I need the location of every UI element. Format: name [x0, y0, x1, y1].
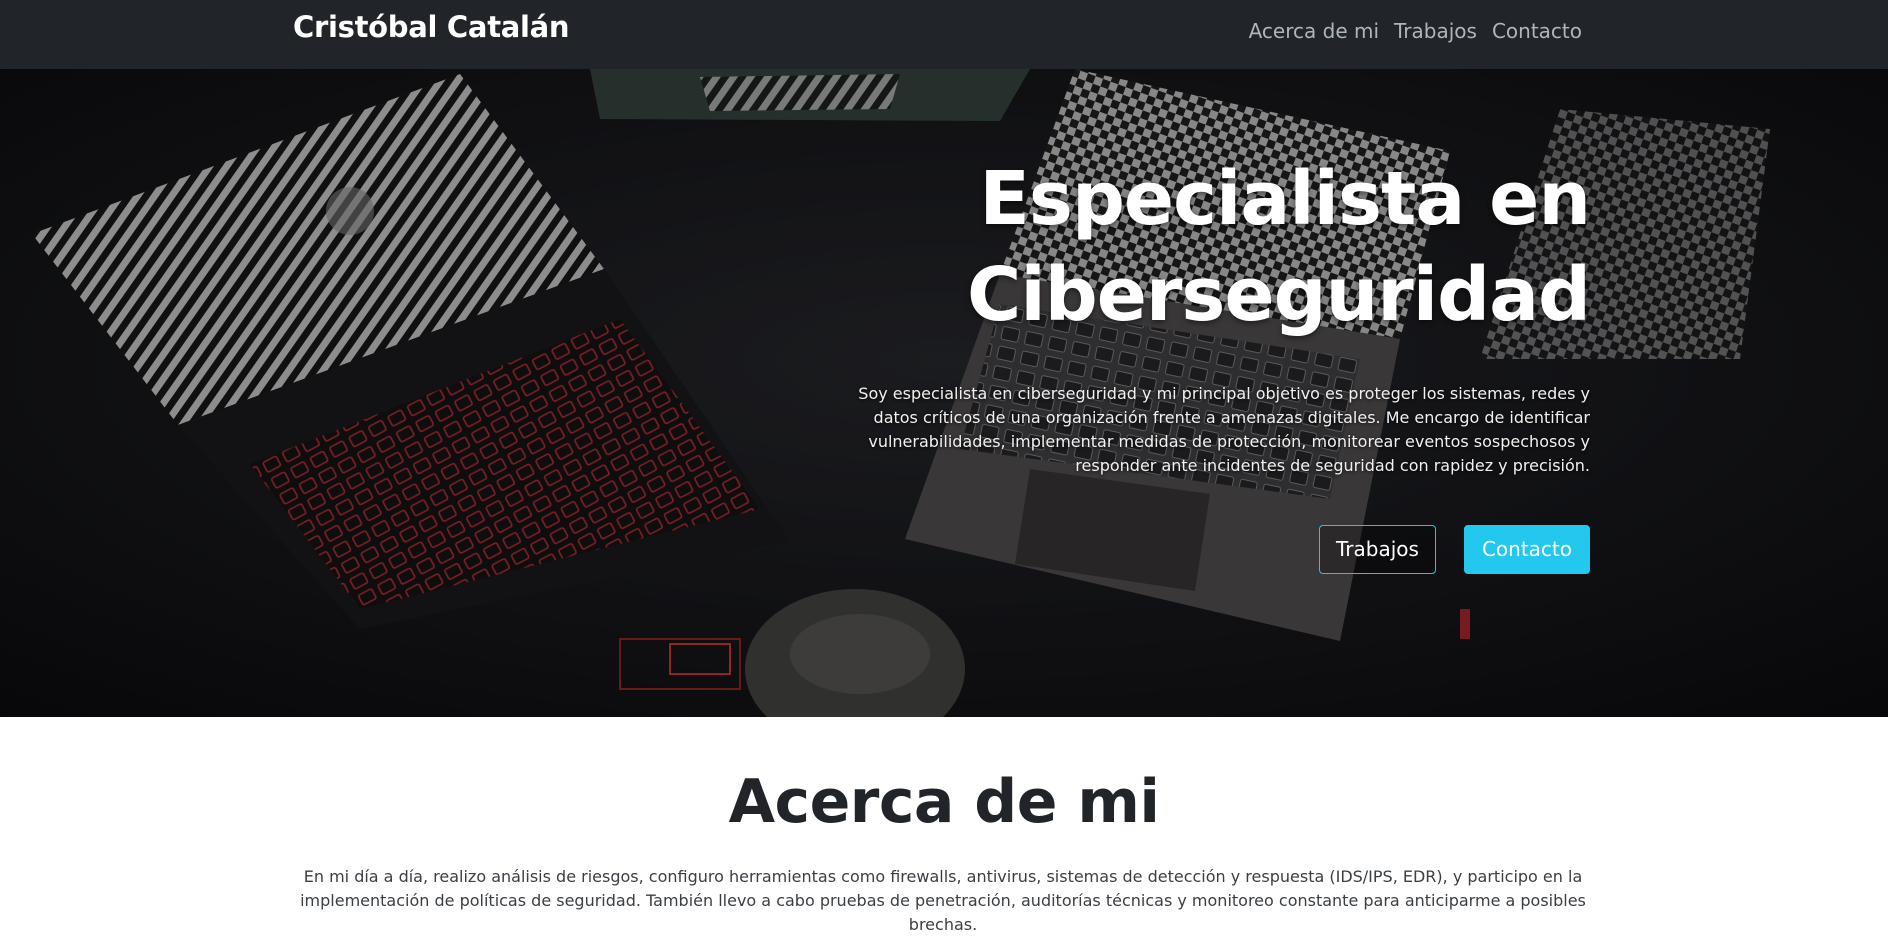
hero-title: Especialista en Ciberseguridad [967, 156, 1591, 338]
brand-logo[interactable]: Cristóbal Catalán [293, 10, 570, 44]
navbar: Cristóbal Catalán Acerca de mi Trabajos … [0, 0, 1888, 69]
about-text: En mi día a día, realizo análisis de rie… [300, 867, 1586, 934]
works-button[interactable]: Trabajos [1319, 525, 1436, 574]
hero-section: Especialista en Ciberseguridad Soy espec… [0, 69, 1888, 717]
about-section: Acerca de mi En mi día a día, realizo an… [0, 717, 1888, 943]
nav-links: Acerca de mi Trabajos Contacto [1249, 19, 1582, 43]
nav-link-about[interactable]: Acerca de mi [1249, 19, 1379, 43]
hero-description: Soy especialista en ciberseguridad y mi … [858, 384, 1590, 475]
nav-link-works[interactable]: Trabajos [1394, 19, 1477, 43]
contact-button[interactable]: Contacto [1463, 525, 1590, 574]
hero-buttons: Trabajos Contacto [1319, 525, 1590, 574]
nav-link-contact[interactable]: Contacto [1492, 19, 1582, 43]
about-title: Acerca de mi [728, 767, 1160, 837]
